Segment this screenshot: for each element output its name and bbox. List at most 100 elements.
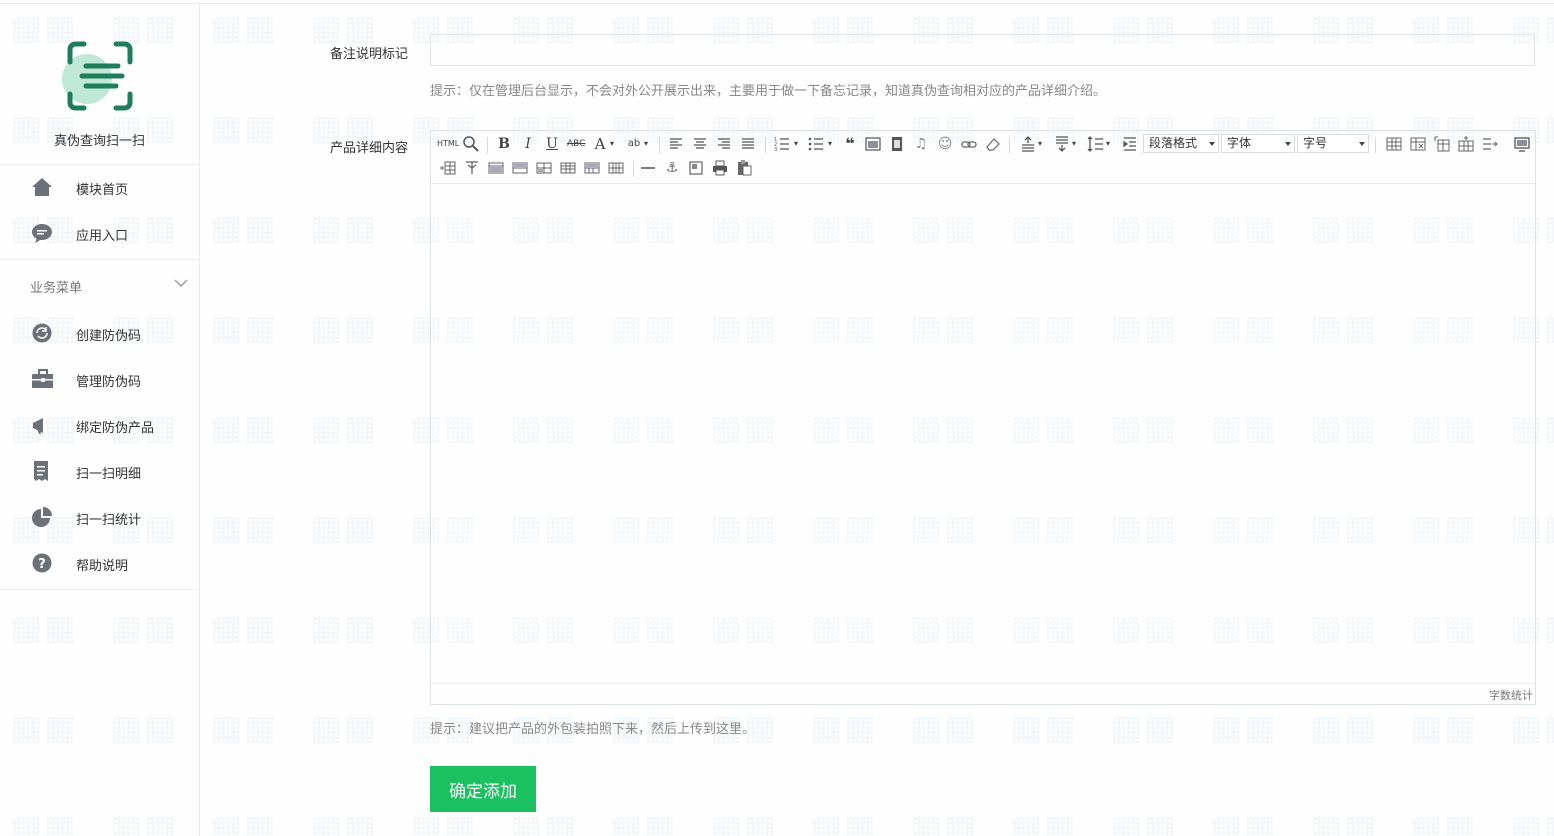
editor-status-bar: 字数统计	[431, 683, 1535, 704]
sidebar-divider	[0, 259, 199, 260]
watermark-tile: ▦▦	[210, 108, 279, 148]
font-color-dropdown[interactable]: ▾	[607, 135, 617, 153]
italic-button[interactable]: I	[519, 135, 537, 153]
table-merge-icon	[488, 162, 504, 174]
word-count[interactable]: 字数统计	[1489, 687, 1533, 703]
watermark-tile: ▦▦	[510, 808, 579, 836]
caret-down-icon	[1359, 142, 1365, 146]
ordered-list-icon: 123	[774, 137, 789, 153]
font-size-select[interactable]: 字号	[1297, 134, 1369, 153]
underline-icon: U	[546, 136, 558, 152]
watermark-tile: ▦▦	[210, 8, 279, 48]
anchor-button[interactable]: ⚓	[663, 159, 681, 177]
split-cell-button[interactable]	[463, 159, 481, 177]
insert-music-button[interactable]: ♫	[912, 135, 930, 153]
table-row-icon	[1458, 136, 1474, 152]
font-family-select[interactable]: 字体	[1221, 134, 1295, 153]
unordered-list-button[interactable]	[807, 135, 825, 153]
watermark-tile: ▦▦	[610, 808, 679, 836]
underline-button[interactable]: U	[543, 135, 561, 153]
watermark-tile: ▦▦	[310, 608, 379, 648]
ordered-list-dropdown[interactable]: ▾	[791, 135, 801, 153]
print-button[interactable]	[711, 159, 729, 177]
sidebar-item-help[interactable]: ? 帮助说明	[0, 545, 199, 581]
detail-label: 产品详细内容	[330, 141, 409, 156]
align-right-button[interactable]	[715, 135, 733, 153]
toolbar-separator	[765, 137, 766, 153]
sidebar-item-app-entry[interactable]: 应用入口	[0, 215, 199, 251]
sidebar-item-scan-stats[interactable]: 扫一扫统计	[0, 499, 199, 535]
insert-image-button[interactable]	[864, 135, 882, 153]
smiley-icon: ☺	[937, 136, 953, 152]
insert-column-button[interactable]	[1481, 135, 1499, 153]
sidebar-item-module-home[interactable]: 模块首页	[0, 169, 199, 205]
split-to-rows-button[interactable]	[559, 159, 577, 177]
spacing-top-dropdown[interactable]: ▾	[1035, 135, 1045, 153]
ordered-list-button[interactable]: 123	[773, 135, 791, 153]
spacing-bottom-dropdown[interactable]: ▾	[1069, 135, 1079, 153]
editor-content-area[interactable]	[431, 184, 1535, 684]
delete-table-button[interactable]	[1409, 135, 1427, 153]
blockquote-button[interactable]: ❝	[841, 135, 859, 153]
insert-link-button[interactable]	[960, 135, 978, 153]
bold-button[interactable]: B	[495, 135, 513, 153]
table-icon	[1386, 137, 1402, 151]
caret-down-icon	[1285, 142, 1291, 146]
watermark-tile: ▦▦	[1410, 708, 1479, 748]
insert-row-button[interactable]	[1457, 135, 1475, 153]
strikethrough-button[interactable]: ABC	[567, 135, 585, 153]
align-justify-button[interactable]	[739, 135, 757, 153]
split-cells-button[interactable]	[607, 159, 625, 177]
sidebar-item-manage-code[interactable]: 管理防伪码	[0, 361, 199, 397]
watermark-tile: ▦▦	[410, 808, 479, 836]
watermark-tile: ▦▦	[310, 508, 379, 548]
pie-chart-icon	[32, 507, 52, 527]
remark-label: 备注说明标记	[330, 47, 409, 62]
highlight-dropdown[interactable]: ▾	[641, 135, 651, 153]
receipt-icon	[34, 461, 48, 481]
indent-button[interactable]	[1121, 135, 1139, 153]
rich-text-editor: HTML B I U ABC A ▾ ab ▾ 123 ▾ ▾ ❝ ♫ ☺ ▾ …	[430, 130, 1536, 705]
caret-down-icon: ▾	[1037, 139, 1042, 148]
watermark-tile: ▦▦	[210, 408, 279, 448]
chevron-down-icon[interactable]	[174, 278, 188, 288]
sidebar-item-scan-detail[interactable]: 扫一扫明细	[0, 453, 199, 489]
insert-col-before-button[interactable]	[439, 159, 457, 177]
split-to-cols-button[interactable]	[583, 159, 601, 177]
caret-down-icon	[1209, 142, 1215, 146]
insert-video-button[interactable]	[888, 135, 906, 153]
table-insert-col-icon	[440, 161, 456, 175]
align-center-button[interactable]	[691, 135, 709, 153]
watermark-tile: ▦▦	[710, 808, 779, 836]
paragraph-format-select[interactable]: 段落格式	[1143, 134, 1219, 153]
paste-button[interactable]	[735, 159, 753, 177]
eraser-icon	[986, 138, 1000, 151]
sidebar-item-create-code[interactable]: 创建防伪码	[0, 315, 199, 351]
horizontal-rule-button[interactable]	[639, 159, 657, 177]
insert-table-button[interactable]	[1385, 135, 1403, 153]
unordered-list-dropdown[interactable]: ▾	[825, 135, 835, 153]
remark-input[interactable]	[430, 34, 1535, 66]
merge-down-button[interactable]	[535, 159, 553, 177]
watermark-tile: ▦▦	[1010, 808, 1079, 836]
scan-logo-icon	[67, 41, 133, 111]
toolbar-separator	[487, 137, 488, 153]
preview-button[interactable]	[462, 135, 480, 153]
watermark-tile: ▦▦	[310, 308, 379, 348]
table-merge-right-icon	[512, 162, 528, 174]
table-merge-down-icon	[536, 162, 552, 174]
sidebar-item-bind-product[interactable]: 绑定防伪产品	[0, 407, 199, 443]
submit-button[interactable]: 确定添加	[430, 766, 536, 812]
merge-right-button[interactable]	[511, 159, 529, 177]
insert-emoji-button[interactable]: ☺	[936, 135, 954, 153]
insert-frame-button[interactable]	[687, 159, 705, 177]
clear-format-button[interactable]	[984, 135, 1002, 153]
html-source-button[interactable]: HTML	[437, 135, 459, 153]
merge-cells-button[interactable]	[487, 159, 505, 177]
line-height-dropdown[interactable]: ▾	[1103, 135, 1113, 153]
table-column-icon	[1483, 138, 1498, 150]
align-left-button[interactable]	[667, 135, 685, 153]
fullscreen-button[interactable]	[1513, 135, 1531, 153]
insert-caption-button[interactable]	[1433, 135, 1451, 153]
watermark-tile: ▦▦	[210, 208, 279, 248]
